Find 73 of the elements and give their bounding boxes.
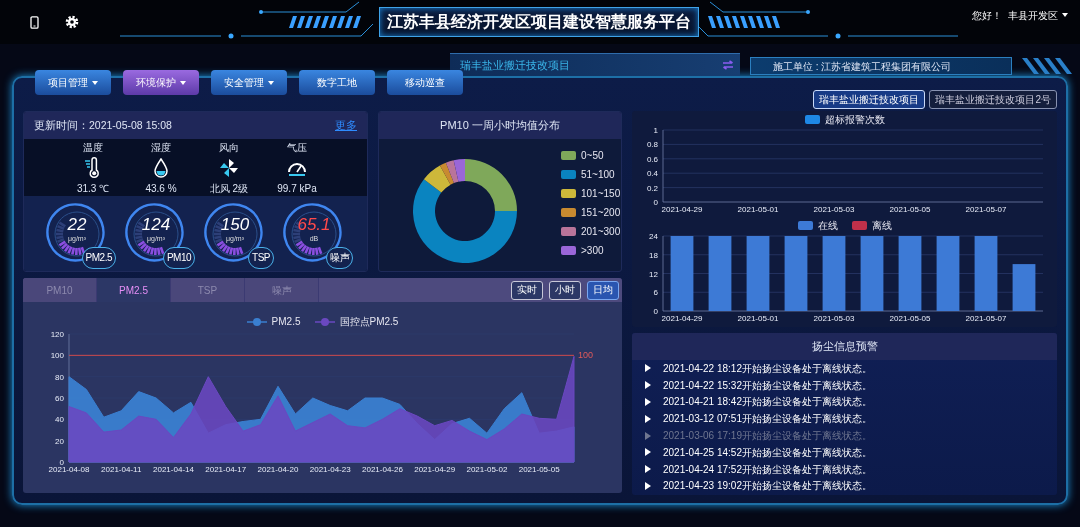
axis-label: 2021-04-17	[205, 465, 247, 474]
axis-label: 2021-04-20	[257, 465, 299, 474]
axis-label: 0.4	[646, 169, 658, 179]
axis-label: 0	[653, 198, 658, 207]
greeting-text: 您好！	[972, 8, 1002, 23]
reading-label: 温度	[83, 140, 103, 155]
reading-value: 31.3 ℃	[76, 181, 110, 196]
card-title: 扬尘信息预警	[811, 339, 878, 355]
gauge-value: 22	[66, 215, 88, 233]
reading-label: 湿度	[151, 140, 171, 155]
reading-label: 风向	[219, 140, 239, 155]
axis-label: 100	[50, 351, 64, 361]
legend-label: 201~300	[581, 225, 621, 239]
axis-label: 2021-05-05	[889, 205, 931, 214]
axis-label: 60	[55, 394, 64, 403]
axis-label: 2021-05-01	[737, 314, 779, 323]
axis-label: 6	[653, 288, 658, 298]
axis-label: 2021-05-07	[965, 314, 1007, 323]
axis-label: 0	[59, 458, 64, 467]
legend-label: 51~100	[581, 168, 615, 182]
axis-label: 2021-04-29	[661, 205, 703, 214]
reading-value: 43.6 %	[145, 181, 177, 196]
axis-label: 2021-04-29	[661, 314, 703, 323]
threshold-label: 100	[578, 350, 594, 361]
reading-value: 99.7 kPa	[277, 181, 317, 196]
axis-label: 2021-05-02	[466, 465, 508, 474]
axis-label: 0.2	[646, 183, 658, 193]
page-title: 江苏丰县经济开发区项目建设智慧服务平台	[387, 12, 691, 32]
axis-label: 24	[649, 232, 658, 241]
axis-label: 2021-04-29	[414, 465, 456, 474]
axis-label: 2021-04-23	[309, 465, 351, 474]
axis-label: 40	[55, 415, 64, 425]
card-title: PM10 一周小时均值分布	[440, 118, 560, 134]
axis-label: 18	[649, 250, 658, 260]
gauge-value: 150	[219, 215, 251, 233]
axis-label: 0.8	[646, 140, 658, 150]
update-time: 更新时间：2021-05-08 15:08	[34, 117, 172, 133]
gauge-label: 噪声	[326, 246, 353, 269]
reading-label: 气压	[287, 140, 307, 155]
contractor-text: 施工单位 : 江苏省建筑工程集团有限公司	[773, 59, 952, 74]
gauge-label: PM2.5	[81, 246, 116, 269]
axis-label: 2021-04-26	[362, 465, 403, 474]
gauge-label: PM10	[162, 246, 195, 269]
axis-label: 2021-05-01	[737, 205, 779, 214]
axis-label: 20	[55, 436, 64, 446]
legend-label: PM2.5	[271, 315, 301, 329]
axis-label: 2021-05-05	[518, 465, 560, 474]
reading-value: 北风 2级	[209, 181, 249, 196]
axis-label: 1	[653, 126, 658, 135]
axis-label: 0.6	[646, 154, 658, 164]
legend-label: 151~200	[581, 206, 621, 220]
gauge-value: 65.1	[296, 215, 332, 233]
axis-label: 2021-04-14	[153, 465, 194, 474]
legend-label: 离线	[871, 219, 892, 233]
legend-label: 超标报警次数	[824, 113, 885, 127]
gauge-value: 124	[140, 215, 172, 233]
axis-label: 120	[50, 330, 64, 339]
legend-label: 在线	[817, 219, 838, 233]
axis-label: 2021-04-11	[101, 465, 142, 474]
axis-label: 12	[649, 269, 658, 279]
axis-label: 2021-04-08	[48, 465, 90, 474]
axis-label: 2021-05-05	[889, 314, 931, 323]
axis-label: 2021-05-03	[813, 205, 855, 214]
axis-label: 80	[55, 372, 64, 382]
axis-label: 2021-05-07	[965, 205, 1007, 214]
project-name: 瑞丰盐业搬迁技改项目	[460, 57, 570, 73]
axis-label: 2021-05-03	[813, 314, 855, 323]
axis-label: 0	[653, 307, 658, 316]
gauge-label: TSP	[248, 246, 274, 269]
legend-label: 101~150	[581, 187, 621, 201]
legend-label: 0~50	[581, 149, 604, 163]
legend-label: >300	[581, 244, 604, 258]
legend-label: 国控点PM2.5	[339, 315, 399, 329]
